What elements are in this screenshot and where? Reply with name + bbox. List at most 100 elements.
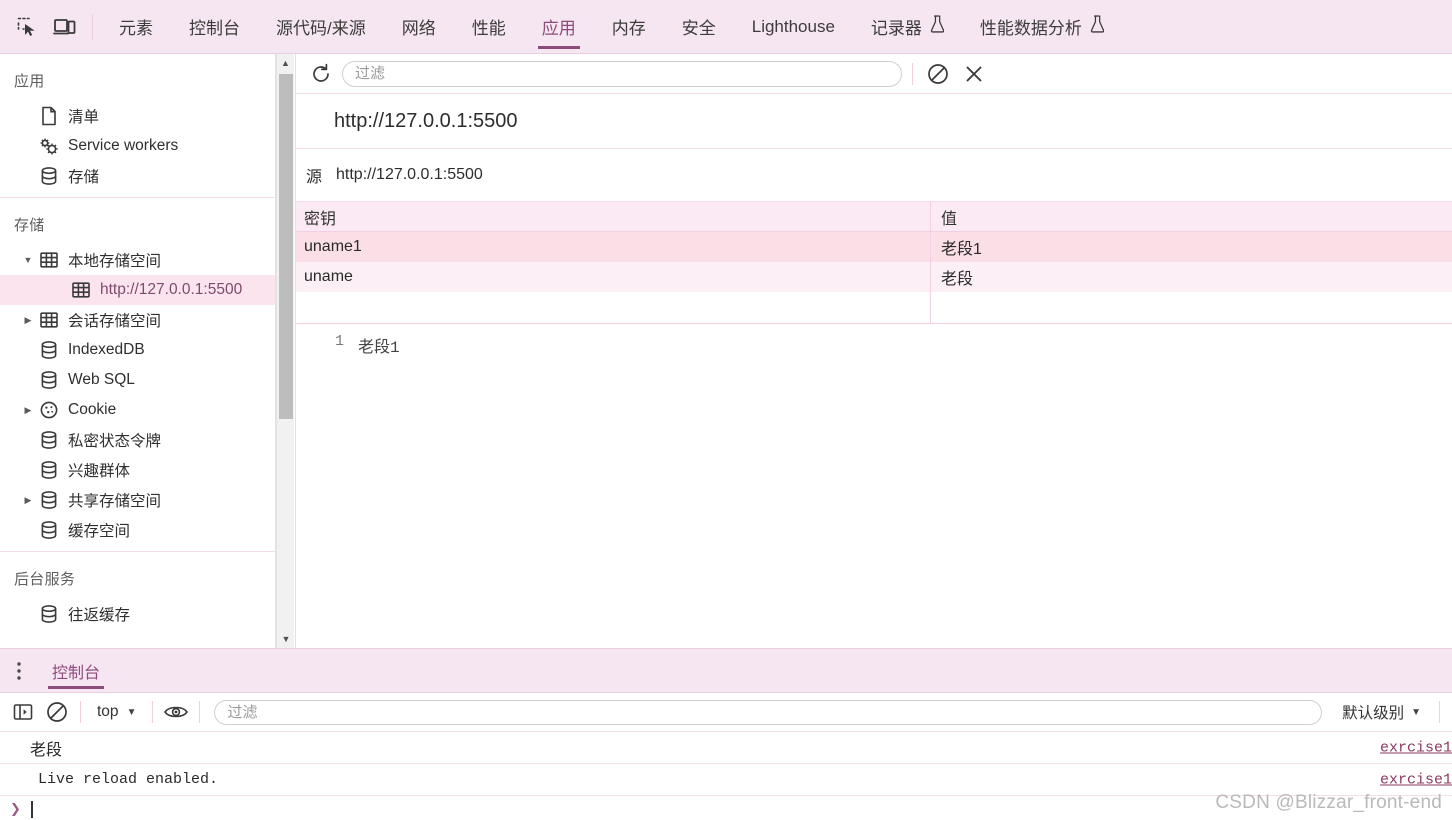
- tab-Lighthouse[interactable]: Lighthouse: [734, 0, 853, 53]
- chevron-right-icon[interactable]: ▶: [20, 405, 36, 416]
- live-expression-eye-icon[interactable]: [161, 698, 191, 726]
- database-icon: [36, 166, 62, 186]
- sidebar-section: 应用 ▶清单▶Service workers▶存储: [0, 54, 275, 197]
- tab-性能数据分析[interactable]: 性能数据分析: [962, 0, 1122, 53]
- kebab-menu-icon[interactable]: [0, 649, 38, 692]
- chevron-down-icon[interactable]: ▼: [20, 255, 36, 265]
- sidebar-item-label: http://127.0.0.1:5500: [100, 281, 243, 298]
- console-message-text: 老段: [30, 741, 63, 759]
- tab-label: 应用: [541, 19, 576, 38]
- sidebar-item-http://127.0.0.1:5500[interactable]: ▶http://127.0.0.1:5500: [0, 275, 275, 305]
- preview-line: 1 老段1: [296, 333, 1452, 357]
- sidebar-section: 后台服务 ▶往返缓存: [0, 551, 275, 635]
- console-message: Live reload enabled. exrcise1: [0, 764, 1452, 796]
- show-console-sidebar-icon[interactable]: [8, 698, 38, 726]
- tab-内存[interactable]: 内存: [594, 0, 664, 53]
- sidebar-item-本地存储空间[interactable]: ▼ 本地存储空间: [0, 245, 275, 275]
- sidebar-item-IndexedDB[interactable]: ▶IndexedDB: [0, 335, 275, 365]
- delete-x-icon[interactable]: [959, 60, 989, 88]
- toolbar-separator: [912, 62, 913, 85]
- tab-记录器[interactable]: 记录器: [853, 0, 962, 53]
- inspect-tools-group: [0, 0, 101, 53]
- tab-label: 安全: [681, 19, 716, 38]
- table-row[interactable]: uname1 老段1: [296, 232, 1452, 262]
- console-filter-input[interactable]: [214, 699, 1323, 725]
- sidebar-item-往返缓存[interactable]: ▶往返缓存: [0, 599, 275, 629]
- cell-value[interactable]: 老段1: [931, 232, 1452, 262]
- clear-console-icon[interactable]: [42, 698, 72, 726]
- drawer-tabbar: 控制台: [0, 649, 1452, 693]
- sidebar-item-label: 清单: [68, 109, 100, 126]
- tab-安全[interactable]: 安全: [664, 0, 734, 53]
- sidebar-item-共享存储空间[interactable]: ▶ 共享存储空间: [0, 485, 275, 515]
- scrollbar-thumb[interactable]: [279, 74, 293, 419]
- database-icon: [36, 490, 62, 510]
- tab-网络[interactable]: 网络: [384, 0, 454, 53]
- sidebar-item-Service workers[interactable]: ▶Service workers: [0, 131, 275, 161]
- inspect-element-icon[interactable]: [8, 7, 46, 47]
- console-message-source-link[interactable]: exrcise1: [1380, 739, 1452, 756]
- tab-label: 性能: [471, 19, 506, 38]
- chevron-right-icon[interactable]: ▶: [20, 495, 36, 506]
- sidebar-item-私密状态令牌[interactable]: ▶私密状态令牌: [0, 425, 275, 455]
- tab-应用[interactable]: 应用: [524, 0, 594, 53]
- clear-circle-slash-icon[interactable]: [923, 60, 953, 88]
- prompt-cursor: [30, 800, 33, 818]
- tab-源代码/来源[interactable]: 源代码/来源: [258, 0, 384, 53]
- sidebar-item-Web SQL[interactable]: ▶Web SQL: [0, 365, 275, 395]
- tab-性能[interactable]: 性能: [454, 0, 524, 53]
- storage-filter-input[interactable]: [342, 60, 902, 87]
- sidebar-item-会话存储空间[interactable]: ▶ 会话存储空间: [0, 305, 275, 335]
- console-levels-selector[interactable]: 默认级别 ▼: [1332, 701, 1431, 723]
- scroll-down-arrow[interactable]: ▼: [277, 630, 295, 648]
- sidebar-item-清单[interactable]: ▶清单: [0, 101, 275, 131]
- console-separator-3: [199, 701, 201, 723]
- sidebar-item-label: 会话存储空间: [68, 313, 162, 330]
- storage-table: 密钥值 uname1 老段1 uname 老段: [296, 202, 1452, 324]
- column-header[interactable]: 密钥: [296, 202, 931, 231]
- cell-key[interactable]: uname: [296, 262, 931, 292]
- sidebar-item-label: 存储: [68, 169, 100, 186]
- console-message-source-link[interactable]: exrcise1: [1380, 771, 1452, 788]
- chevron-down-icon: ▼: [126, 706, 137, 718]
- table-grid-icon: [36, 310, 62, 330]
- sidebar-item-label: 缓存空间: [68, 523, 131, 540]
- column-header[interactable]: 值: [931, 202, 1452, 231]
- panel-tabs: 元素 控制台 源代码/来源 网络 性能 应用 内存 安全 Lighthouse 记录器 性能数据分析: [101, 0, 1122, 53]
- database-icon: [36, 604, 62, 624]
- sidebar-item-兴趣群体[interactable]: ▶兴趣群体: [0, 455, 275, 485]
- cell-key[interactable]: uname1: [296, 232, 931, 262]
- tab-label: 源代码/来源: [276, 19, 366, 38]
- console-toolbar: top ▼ 默认级别 ▼: [0, 693, 1452, 732]
- table-header-row: 密钥值: [296, 202, 1452, 232]
- sidebar-item-label: Service workers: [68, 137, 179, 154]
- device-toolbar-icon[interactable]: [46, 7, 84, 47]
- chevron-right-icon[interactable]: ▶: [20, 315, 36, 326]
- tab-元素[interactable]: 元素: [101, 0, 171, 53]
- console-prompt[interactable]: ❯: [0, 796, 1452, 820]
- refresh-icon[interactable]: [306, 60, 336, 88]
- tab-控制台[interactable]: 控制台: [171, 0, 258, 53]
- console-levels-label: 默认级别: [1342, 705, 1405, 722]
- sidebar-item-缓存空间[interactable]: ▶缓存空间: [0, 515, 275, 545]
- console-context-selector[interactable]: top ▼: [89, 699, 144, 725]
- sidebar-scrollbar[interactable]: ▲ ▼: [276, 54, 294, 648]
- sidebar-item-label: Cookie: [68, 401, 117, 418]
- sidebar-item-Cookie[interactable]: ▶ Cookie: [0, 395, 275, 425]
- chevron-down-icon: ▼: [1411, 706, 1421, 718]
- gears-icon: [36, 136, 62, 156]
- sidebar-section: 存储▼本地存储空间▶http://127.0.0.1:5500▶会话存储空间▶I…: [0, 197, 275, 551]
- table-row[interactable]: uname 老段: [296, 262, 1452, 292]
- table-empty-row[interactable]: [296, 292, 1452, 324]
- tab-console[interactable]: 控制台: [38, 649, 114, 692]
- database-icon: [36, 430, 62, 450]
- table-grid-icon: [36, 250, 62, 270]
- sidebar-item-label: 往返缓存: [68, 607, 131, 624]
- application-sidebar[interactable]: 应用▶清单▶Service workers▶存储存储▼本地存储空间▶http:/…: [0, 54, 276, 648]
- table-grid-icon: [68, 280, 94, 300]
- sidebar-item-存储[interactable]: ▶存储: [0, 161, 275, 191]
- cell-value[interactable]: 老段: [931, 262, 1452, 292]
- storage-toolbar: [296, 54, 1452, 94]
- tab-label: 记录器: [870, 19, 922, 38]
- scroll-up-arrow[interactable]: ▲: [277, 54, 294, 72]
